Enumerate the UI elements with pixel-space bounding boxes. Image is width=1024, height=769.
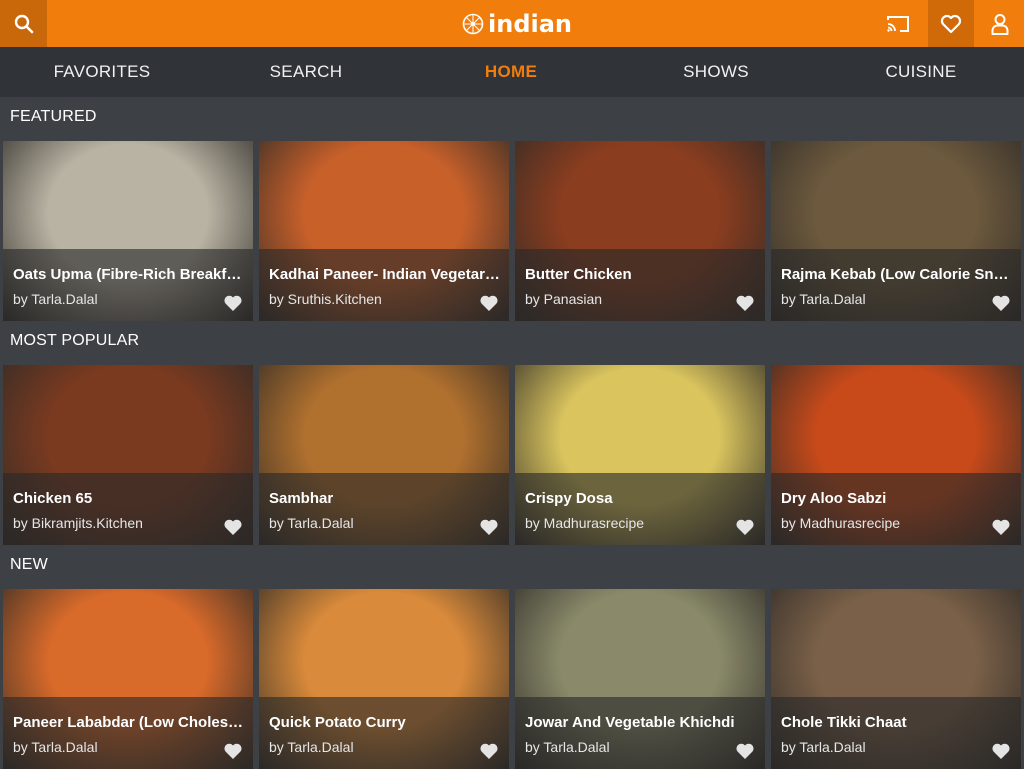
recipe-author: by Sruthis.Kitchen	[269, 291, 382, 307]
recipe-title: Sambhar	[269, 490, 334, 507]
recipe-title: Crispy Dosa	[525, 490, 613, 507]
favorite-heart-icon[interactable]	[735, 741, 755, 761]
recipe-title: Chole Tikki Chaat	[781, 714, 907, 731]
recipe-title: Oats Upma (Fibre-Rich Breakfast)	[13, 266, 245, 283]
cast-icon	[887, 15, 909, 32]
recipe-card[interactable]: Paneer Lababdar (Low Cholesterol) by Tar…	[3, 589, 253, 769]
recipe-author: by Bikramjits.Kitchen	[13, 515, 143, 531]
favorite-heart-icon[interactable]	[991, 293, 1011, 313]
card-overlay	[259, 473, 509, 545]
recipe-title: Paneer Lababdar (Low Cholesterol)	[13, 714, 245, 731]
tab-shows[interactable]: SHOWS	[614, 47, 818, 97]
app-logo: indian	[462, 9, 572, 39]
recipe-card[interactable]: Dry Aloo Sabzi by Madhurasrecipe	[771, 365, 1021, 545]
card-overlay	[515, 473, 765, 545]
recipe-title: Kadhai Paneer- Indian Vegetarian	[269, 266, 501, 283]
recipe-author: by Tarla.Dalal	[13, 739, 98, 755]
user-icon	[991, 13, 1009, 35]
recipe-card[interactable]: Butter Chicken by Panasian	[515, 141, 765, 321]
recipe-title: Jowar And Vegetable Khichdi	[525, 714, 735, 731]
card-overlay	[259, 697, 509, 769]
recipe-card[interactable]: Chicken 65 by Bikramjits.Kitchen	[3, 365, 253, 545]
recipe-author: by Madhurasrecipe	[525, 515, 645, 531]
card-overlay	[3, 473, 253, 545]
recipe-card[interactable]: Chole Tikki Chaat by Tarla.Dalal	[771, 589, 1021, 769]
recipe-title: Quick Potato Curry	[269, 714, 406, 731]
tab-search[interactable]: SEARCH	[204, 47, 408, 97]
account-button[interactable]	[976, 0, 1024, 47]
tab-favorites[interactable]: FAVORITES	[0, 47, 204, 97]
recipe-title: Chicken 65	[13, 490, 93, 507]
recipe-author: by Tarla.Dalal	[269, 739, 354, 755]
recipe-author: by Tarla.Dalal	[13, 291, 98, 307]
recipe-title: Rajma Kebab (Low Calorie Snack)	[781, 266, 1013, 283]
favorite-heart-icon[interactable]	[223, 741, 243, 761]
recipe-card[interactable]: Oats Upma (Fibre-Rich Breakfast) by Tarl…	[3, 141, 253, 321]
main-nav: FAVORITES SEARCH HOME SHOWS CUISINE	[0, 47, 1024, 97]
recipe-card[interactable]: Crispy Dosa by Madhurasrecipe	[515, 365, 765, 545]
recipe-title: Dry Aloo Sabzi	[781, 490, 887, 507]
favorites-button[interactable]	[928, 0, 974, 47]
recipe-author: by Panasian	[525, 291, 603, 307]
favorite-heart-icon[interactable]	[479, 517, 499, 537]
card-overlay	[771, 249, 1021, 321]
tab-home[interactable]: HOME	[409, 47, 613, 97]
recipe-author: by Madhurasrecipe	[781, 515, 901, 531]
cast-button[interactable]	[872, 0, 924, 47]
recipe-card[interactable]: Rajma Kebab (Low Calorie Snack) by Tarla…	[771, 141, 1021, 321]
recipe-author: by Tarla.Dalal	[269, 515, 354, 531]
favorite-heart-icon[interactable]	[479, 293, 499, 313]
recipe-title: Butter Chicken	[525, 266, 632, 283]
logo-wheel-icon	[462, 13, 484, 35]
heart-icon	[940, 14, 962, 33]
favorite-heart-icon[interactable]	[223, 517, 243, 537]
recipe-card[interactable]: Jowar And Vegetable Khichdi by Tarla.Dal…	[515, 589, 765, 769]
favorite-heart-icon[interactable]	[223, 293, 243, 313]
recipe-author: by Tarla.Dalal	[525, 739, 610, 755]
search-icon	[14, 14, 33, 33]
card-overlay	[771, 473, 1021, 545]
tab-cuisine[interactable]: CUISINE	[819, 47, 1023, 97]
favorite-heart-icon[interactable]	[991, 741, 1011, 761]
card-overlay	[515, 249, 765, 321]
card-overlay	[3, 249, 253, 321]
card-overlay	[3, 697, 253, 769]
app-header: indian	[0, 0, 1024, 47]
favorite-heart-icon[interactable]	[479, 741, 499, 761]
logo-text: indian	[488, 10, 572, 38]
card-overlay	[259, 249, 509, 321]
card-overlay	[515, 697, 765, 769]
favorite-heart-icon[interactable]	[735, 293, 755, 313]
section-title-new: NEW	[10, 556, 48, 573]
section-title-featured: FEATURED	[10, 108, 97, 125]
recipe-card[interactable]: Quick Potato Curry by Tarla.Dalal	[259, 589, 509, 769]
recipe-card[interactable]: Sambhar by Tarla.Dalal	[259, 365, 509, 545]
recipe-author: by Tarla.Dalal	[781, 291, 866, 307]
section-title-most-popular: MOST POPULAR	[10, 332, 140, 349]
card-overlay	[771, 697, 1021, 769]
recipe-card[interactable]: Kadhai Paneer- Indian Vegetarian by Srut…	[259, 141, 509, 321]
recipe-author: by Tarla.Dalal	[781, 739, 866, 755]
search-button[interactable]	[0, 0, 47, 47]
favorite-heart-icon[interactable]	[735, 517, 755, 537]
favorite-heart-icon[interactable]	[991, 517, 1011, 537]
